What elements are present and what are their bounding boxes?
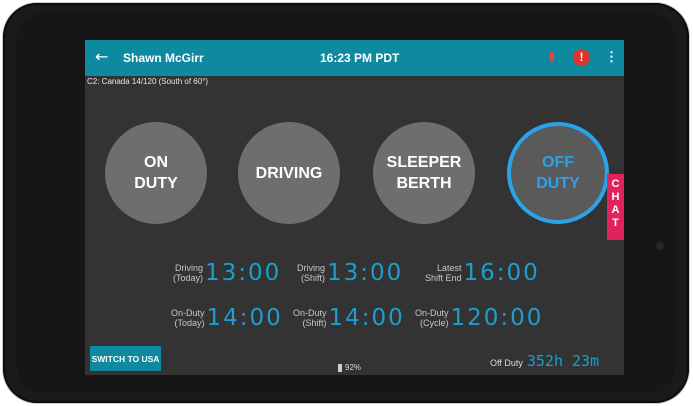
battery-level: 92% <box>345 363 362 372</box>
status-off-duty-button[interactable]: OFF DUTY <box>507 122 609 224</box>
chat-letter: C <box>611 178 620 190</box>
status-on-duty-button[interactable]: ON DUTY <box>105 122 207 224</box>
status-driving-button[interactable]: DRIVING <box>238 122 340 224</box>
clock-label: On-Duty (Today) <box>171 308 205 328</box>
clock-driving-today: Driving (Today) 13:00 <box>173 260 281 286</box>
clock-label-line: (Today) <box>174 318 205 328</box>
ruleset-label: C2: Canada 14/120 (South of 60°) <box>87 77 209 86</box>
clock-label-line: Latest <box>437 263 462 273</box>
clock-driving-shift: Driving (Shift) 13:00 <box>297 260 403 286</box>
off-duty-label: Off Duty <box>490 358 523 368</box>
app-bar: ← Shawn McGirr 16:23 PM PDT ! ⋮ <box>85 40 624 76</box>
chat-tab-button[interactable]: C H A T <box>607 174 624 240</box>
clock-onduty-today: On-Duty (Today) 14:00 <box>171 305 283 331</box>
status-sleeper-berth-button[interactable]: SLEEPER BERTH <box>373 122 475 224</box>
battery-icon <box>338 363 342 372</box>
back-arrow-icon[interactable]: ← <box>95 49 108 65</box>
clock-value: 13:00 <box>205 260 282 286</box>
clock-value: 16:00 <box>463 260 540 286</box>
clock-value: 13:00 <box>327 260 404 286</box>
clock-label-line: (Today) <box>173 273 204 283</box>
clock-label-line: (Shift) <box>301 273 326 283</box>
chat-letter: A <box>611 204 620 216</box>
camera-dot <box>655 241 665 251</box>
clock-onduty-cycle: On-Duty (Cycle) 120:00 <box>415 305 543 331</box>
clock-label-line: Shift End <box>425 273 462 283</box>
clock-label: On-Duty (Shift) <box>293 308 327 328</box>
clock-label-line: (Cycle) <box>420 318 449 328</box>
clock-label: On-Duty (Cycle) <box>415 308 449 328</box>
clock-label-line: On-Duty <box>415 308 449 318</box>
chat-letter: H <box>611 191 620 203</box>
clock-label: Latest Shift End <box>425 263 462 283</box>
off-duty-total: Off Duty 352h 23m <box>490 352 599 370</box>
clock-onduty-shift: On-Duty (Shift) 14:00 <box>293 305 405 331</box>
clock-label-line: On-Duty <box>293 308 327 318</box>
chat-letter: T <box>612 217 619 229</box>
overflow-menu-icon[interactable]: ⋮ <box>605 50 618 64</box>
clock-label: Driving (Shift) <box>297 263 325 283</box>
driver-name: Shawn McGirr <box>123 51 204 65</box>
switch-to-usa-button[interactable]: SWITCH TO USA <box>90 346 161 371</box>
current-time: 16:23 PM PDT <box>320 51 400 65</box>
clock-label-line: Driving <box>297 263 326 273</box>
flag-icon[interactable] <box>550 52 554 62</box>
clock-label-line: Driving <box>175 263 204 273</box>
clock-label: Driving (Today) <box>173 263 203 283</box>
off-duty-value: 352h 23m <box>526 352 600 370</box>
app-screen: ← Shawn McGirr 16:23 PM PDT ! ⋮ C2: Cana… <box>85 40 624 375</box>
clock-value: 14:00 <box>206 305 283 331</box>
alert-icon[interactable]: ! <box>573 49 590 66</box>
clock-value: 120:00 <box>450 305 544 331</box>
clock-value: 14:00 <box>328 305 405 331</box>
clock-latest-shift-end: Latest Shift End 16:00 <box>425 260 540 286</box>
battery-indicator: 92% <box>338 363 361 372</box>
clock-label-line: On-Duty <box>171 308 205 318</box>
clock-label-line: (Shift) <box>302 318 327 328</box>
